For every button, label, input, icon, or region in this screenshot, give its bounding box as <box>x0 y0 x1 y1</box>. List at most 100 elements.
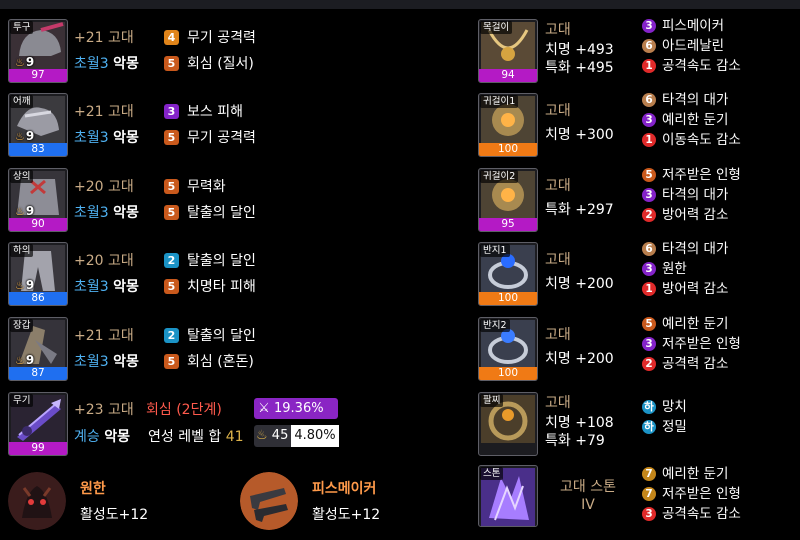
accessory-stat: 특화 +79 <box>545 433 605 449</box>
accessory-slot[interactable]: 팔찌 <box>478 392 538 456</box>
quality-bar: 83 <box>9 143 67 156</box>
level-badge: 3 <box>164 104 179 119</box>
stone-slot[interactable]: 스톤 <box>478 465 538 527</box>
engraving: 7 예리한 둔기 <box>642 466 728 483</box>
flame-icon: ♨ <box>15 130 25 143</box>
elixir-option-2: 5 회심 (혼돈) <box>164 353 254 371</box>
engraving: 하 망치 <box>642 399 687 416</box>
engraving-name: 이동속도 감소 <box>662 132 741 148</box>
armor-grade: 고대 <box>108 30 134 46</box>
engraving-level: 3 <box>642 113 656 127</box>
armor-slot[interactable]: 장갑 ♨9 87 <box>8 317 68 381</box>
engraving-level: 1 <box>642 282 656 296</box>
transcend-level: ♨9 <box>15 353 35 367</box>
flame-icon: ♨ <box>15 205 25 218</box>
armor-line1: +21 고대 <box>74 327 134 345</box>
level-badge: 4 <box>164 30 179 45</box>
level-badge: 5 <box>164 179 179 194</box>
slot-label: 귀걸이1 <box>480 95 519 108</box>
level-badge: 5 <box>164 354 179 369</box>
slot-label: 귀걸이2 <box>480 170 519 183</box>
transcend-level: ♨9 <box>15 129 35 143</box>
engraving-name: 예리한 둔기 <box>662 316 729 332</box>
stone-grade: 고대 스톤 <box>560 479 616 495</box>
slot-label: 반지2 <box>480 319 510 332</box>
option-text: 무력화 <box>187 179 226 195</box>
armor-suffix: 악몽 <box>113 354 139 370</box>
engraving-level: 6 <box>642 93 656 107</box>
armor-slot[interactable]: 투구 ♨9 97 <box>8 19 68 83</box>
accessory-grade: 고대 <box>545 252 571 268</box>
option-text: 탈출의 달인 <box>187 205 256 221</box>
quality-bar: 97 <box>9 69 67 82</box>
weapon-prefix: 계승 <box>74 429 100 445</box>
engraving-level: 3 <box>642 262 656 276</box>
elixir-option-1: 5 무력화 <box>164 178 226 196</box>
option-text: 치명타 피해 <box>187 279 256 295</box>
engraving-level: 3 <box>642 337 656 351</box>
awakening-value-1: 활성도+12 <box>80 507 149 523</box>
armor-line1: +21 고대 <box>74 29 134 47</box>
engraving: 3 예리한 둔기 <box>642 112 728 129</box>
engraving: 6 타격의 대가 <box>642 241 728 258</box>
elixir-option-2: 5 무기 공격력 <box>164 129 256 147</box>
accessory-grade: 고대 <box>545 178 571 194</box>
weapon-grade: 고대 <box>108 402 134 418</box>
elixir-option-1: 2 탈출의 달인 <box>164 252 256 270</box>
slot-label: 반지1 <box>480 244 510 257</box>
quality-bar: 99 <box>9 442 67 455</box>
accessory-slot[interactable]: 반지2 100 <box>478 317 538 381</box>
armor-plus: +21 <box>74 30 104 46</box>
accessory-slot[interactable]: 귀걸이2 95 <box>478 168 538 232</box>
armor-slot[interactable]: 상의 ♨9 90 <box>8 168 68 232</box>
accessory-slot[interactable]: 목걸이 94 <box>478 19 538 83</box>
accessory-grade: 고대 <box>545 327 571 343</box>
armor-slot[interactable]: 어깨 ♨9 83 <box>8 93 68 157</box>
accessory-slot[interactable]: 반지1 100 <box>478 242 538 306</box>
armor-suffix: 악몽 <box>113 130 139 146</box>
engraving: 3 피스메이커 <box>642 18 724 35</box>
engraving-name: 예리한 둔기 <box>662 112 729 128</box>
armor-suffix: 악몽 <box>113 279 139 295</box>
armor-plus: +21 <box>74 104 104 120</box>
level-badge: 5 <box>164 130 179 145</box>
armor-line1: +20 고대 <box>74 178 134 196</box>
armor-prefix: 초월3 <box>74 279 109 295</box>
accessory-stat: 특화 +297 <box>545 202 614 218</box>
engraving: 3 저주받은 인형 <box>642 336 741 353</box>
accessory-stat: 치명 +108 <box>545 415 614 431</box>
weapon-line2: 계승 악몽 <box>74 428 130 446</box>
quality-bar: 94 <box>479 69 537 82</box>
engraving-name: 타격의 대가 <box>662 187 729 203</box>
slot-label: 상의 <box>10 170 34 183</box>
engraving: 7 저주받은 인형 <box>642 486 741 503</box>
option-text: 무기 공격력 <box>187 30 256 46</box>
engraving-level: 7 <box>642 467 656 481</box>
weapon-plus: +23 <box>74 402 104 418</box>
engraving-name: 저주받은 인형 <box>662 336 741 352</box>
armor-line2: 초월3 악몽 <box>74 353 139 371</box>
accessory-slot[interactable]: 귀걸이1 100 <box>478 93 538 157</box>
option-text: 무기 공격력 <box>187 130 256 146</box>
armor-plus: +20 <box>74 179 104 195</box>
armor-grade: 고대 <box>108 179 134 195</box>
quality-bar: 87 <box>9 367 67 380</box>
option-text: 보스 피해 <box>187 104 243 120</box>
armor-slot[interactable]: 하의 ♨9 86 <box>8 242 68 306</box>
transcend-level: ♨9 <box>15 278 35 292</box>
weapon-line1: +23 고대 <box>74 401 134 419</box>
engraving: 3 공격속도 감소 <box>642 506 741 523</box>
flame-icon: ♨ <box>15 354 25 367</box>
engraving-level: 3 <box>642 507 656 521</box>
weapon-slot[interactable]: 무기 99 <box>8 392 68 456</box>
quality-bar: 90 <box>9 218 67 231</box>
accessory-grade: 고대 <box>545 22 571 38</box>
armor-grade: 고대 <box>108 104 134 120</box>
accessory-grade: 고대 <box>545 103 571 119</box>
engraving-name: 저주받은 인형 <box>662 167 741 183</box>
engraving-name: 예리한 둔기 <box>662 466 729 482</box>
engraving-level: 1 <box>642 59 656 73</box>
transcend-level: ♨9 <box>15 204 35 218</box>
elixir-option-1: 4 무기 공격력 <box>164 29 256 47</box>
armor-line2: 초월3 악몽 <box>74 55 139 73</box>
